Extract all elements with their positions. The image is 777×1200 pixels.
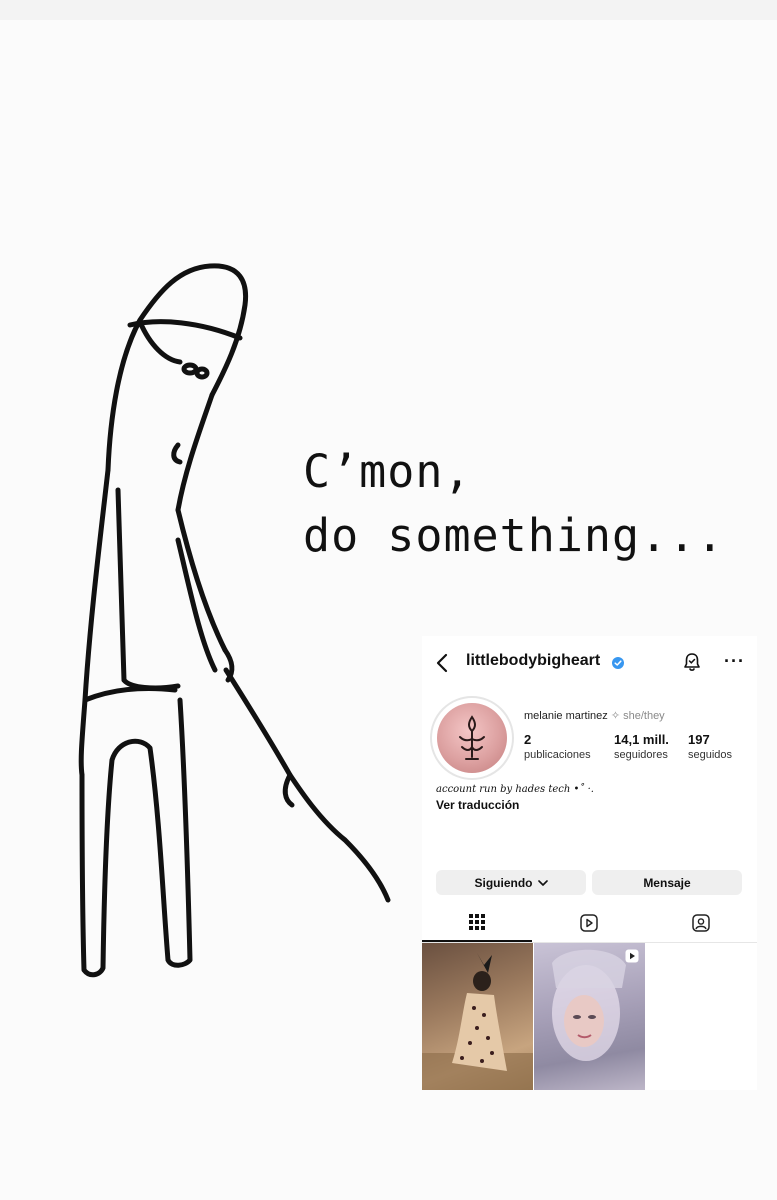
reels-icon bbox=[580, 913, 598, 937]
more-options-icon[interactable]: ··· bbox=[724, 651, 745, 672]
instagram-profile-card: littlebodybigheart ··· melanie martinez … bbox=[422, 636, 757, 1090]
profile-username: littlebodybigheart bbox=[466, 652, 601, 669]
back-arrow-icon[interactable] bbox=[436, 653, 448, 678]
reel-icon bbox=[625, 949, 639, 968]
following-count[interactable]: 197 seguidos bbox=[688, 732, 732, 761]
display-name-text: melanie martinez bbox=[524, 710, 608, 722]
post-thumbnail-1[interactable] bbox=[422, 943, 533, 1090]
posts-count-value: 2 bbox=[524, 732, 532, 747]
tab-posts-grid[interactable] bbox=[422, 908, 532, 942]
profile-avatar[interactable] bbox=[430, 696, 514, 780]
tagged-icon bbox=[692, 913, 710, 937]
posts-count-label: publicaciones bbox=[524, 749, 591, 761]
caption-line-2: do something... bbox=[303, 509, 725, 562]
chevron-down-icon bbox=[537, 876, 548, 890]
pronouns-text: ✧ she/they bbox=[610, 710, 665, 722]
profile-display-name: melanie martinez ✧ she/they bbox=[524, 709, 665, 722]
notification-bell-icon[interactable] bbox=[682, 652, 702, 677]
message-button-label: Mensaje bbox=[643, 875, 691, 890]
following-button[interactable]: Siguiendo bbox=[436, 870, 586, 895]
following-button-label: Siguiendo bbox=[474, 875, 533, 890]
profile-tabs bbox=[422, 908, 757, 943]
grid-icon bbox=[469, 913, 485, 935]
following-count-label: seguidos bbox=[688, 749, 733, 761]
see-translation-link[interactable]: Ver traducción bbox=[436, 798, 519, 812]
tab-reels[interactable] bbox=[534, 908, 644, 942]
profile-bio: account run by hades tech •˚ ·. bbox=[436, 784, 594, 795]
caption-line-1: C’mon, bbox=[303, 445, 472, 498]
tab-tagged[interactable] bbox=[646, 908, 756, 942]
post-thumbnail-2[interactable] bbox=[534, 943, 645, 1090]
following-count-value: 197 bbox=[688, 732, 710, 747]
followers-count[interactable]: 14,1 mill. seguidores bbox=[614, 732, 669, 761]
followers-count-label: seguidores bbox=[614, 749, 668, 761]
post-1-image bbox=[422, 953, 533, 1090]
meme-caption: C’mon, do something... bbox=[303, 440, 763, 568]
followers-count-value: 14,1 mill. bbox=[614, 732, 669, 747]
verified-badge-icon bbox=[612, 656, 624, 674]
posts-count[interactable]: 2 publicaciones bbox=[524, 732, 591, 761]
message-button[interactable]: Mensaje bbox=[592, 870, 742, 895]
profile-header: littlebodybigheart ··· bbox=[422, 650, 757, 676]
